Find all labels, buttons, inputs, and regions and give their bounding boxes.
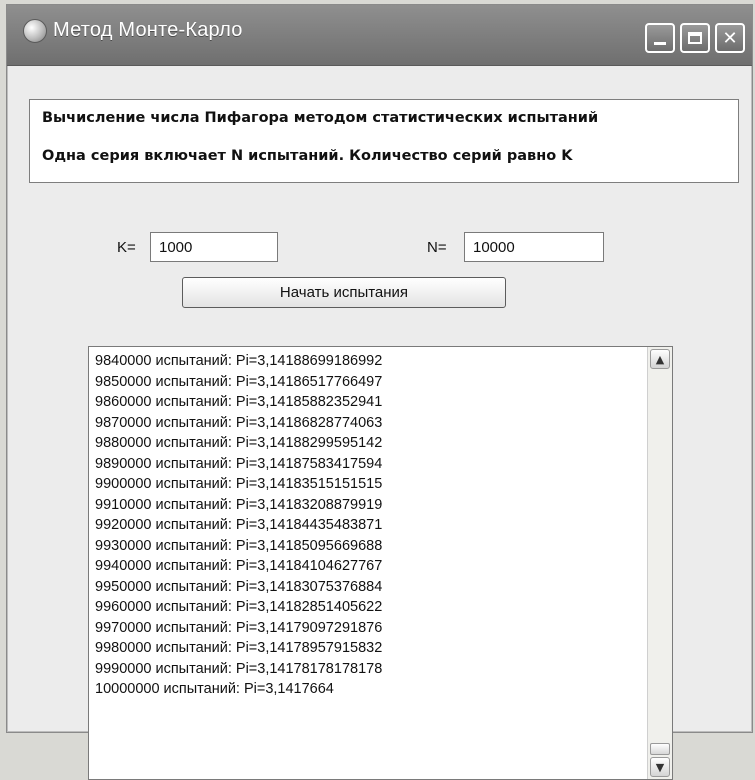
chevron-up-icon: ▲ [655, 352, 665, 366]
list-item[interactable]: 9950000 испытаний: Pi=3,14183075376884 [95, 577, 382, 598]
k-label: K= [117, 239, 136, 256]
results-list: 9840000 испытаний: Pi=3,14188699186992 98… [95, 351, 382, 700]
close-button[interactable]: ✕ [715, 23, 745, 53]
chevron-down-icon: ▼ [655, 760, 665, 774]
app-icon [23, 19, 47, 43]
close-icon: ✕ [722, 27, 738, 49]
scroll-thumb[interactable] [650, 743, 670, 755]
window-title: Метод Монте-Карло [53, 19, 243, 41]
n-label: N= [427, 239, 447, 256]
description-line-1: Вычисление числа Пифагора методом статис… [42, 110, 599, 126]
maximize-button[interactable] [680, 23, 710, 53]
start-trials-button[interactable]: Начать испытания [182, 277, 506, 308]
list-item[interactable]: 9990000 испытаний: Pi=3,14178178178178 [95, 659, 382, 680]
list-item[interactable]: 9940000 испытаний: Pi=3,14184104627767 [95, 556, 382, 577]
k-input[interactable] [150, 232, 278, 262]
list-item[interactable]: 9880000 испытаний: Pi=3,14188299595142 [95, 433, 382, 454]
list-item[interactable]: 9960000 испытаний: Pi=3,14182851405622 [95, 597, 382, 618]
list-item[interactable]: 10000000 испытаний: Pi=3,1417664 [95, 679, 382, 700]
vertical-scrollbar[interactable]: ▲ ▼ [647, 347, 672, 779]
title-bar[interactable]: Метод Монте-Карло ✕ [7, 5, 752, 66]
maximize-icon [688, 32, 702, 44]
scroll-down-button[interactable]: ▼ [650, 757, 670, 777]
scroll-up-button[interactable]: ▲ [650, 349, 670, 369]
app-window: Метод Монте-Карло ✕ Вычисление числа Пиф… [6, 4, 753, 780]
list-item[interactable]: 9930000 испытаний: Pi=3,14185095669688 [95, 536, 382, 557]
minimize-icon [654, 41, 666, 45]
description-line-2: Одна серия включает N испытаний. Количес… [42, 148, 573, 164]
n-input[interactable] [464, 232, 604, 262]
list-item[interactable]: 9850000 испытаний: Pi=3,14186517766497 [95, 372, 382, 393]
minimize-button[interactable] [645, 23, 675, 53]
list-item[interactable]: 9970000 испытаний: Pi=3,14179097291876 [95, 618, 382, 639]
list-item[interactable]: 9920000 испытаний: Pi=3,14184435483871 [95, 515, 382, 536]
list-item[interactable]: 9910000 испытаний: Pi=3,14183208879919 [95, 495, 382, 516]
list-item[interactable]: 9840000 испытаний: Pi=3,14188699186992 [95, 351, 382, 372]
list-item[interactable]: 9890000 испытаний: Pi=3,14187583417594 [95, 454, 382, 475]
list-item[interactable]: 9870000 испытаний: Pi=3,14186828774063 [95, 413, 382, 434]
description-panel: Вычисление числа Пифагора методом статис… [29, 99, 739, 183]
list-item[interactable]: 9860000 испытаний: Pi=3,14185882352941 [95, 392, 382, 413]
window-content: Вычисление числа Пифагора методом статис… [7, 66, 752, 780]
results-listbox[interactable]: 9840000 испытаний: Pi=3,14188699186992 98… [88, 346, 673, 780]
list-item[interactable]: 9980000 испытаний: Pi=3,14178957915832 [95, 638, 382, 659]
list-item[interactable]: 9900000 испытаний: Pi=3,14183515151515 [95, 474, 382, 495]
